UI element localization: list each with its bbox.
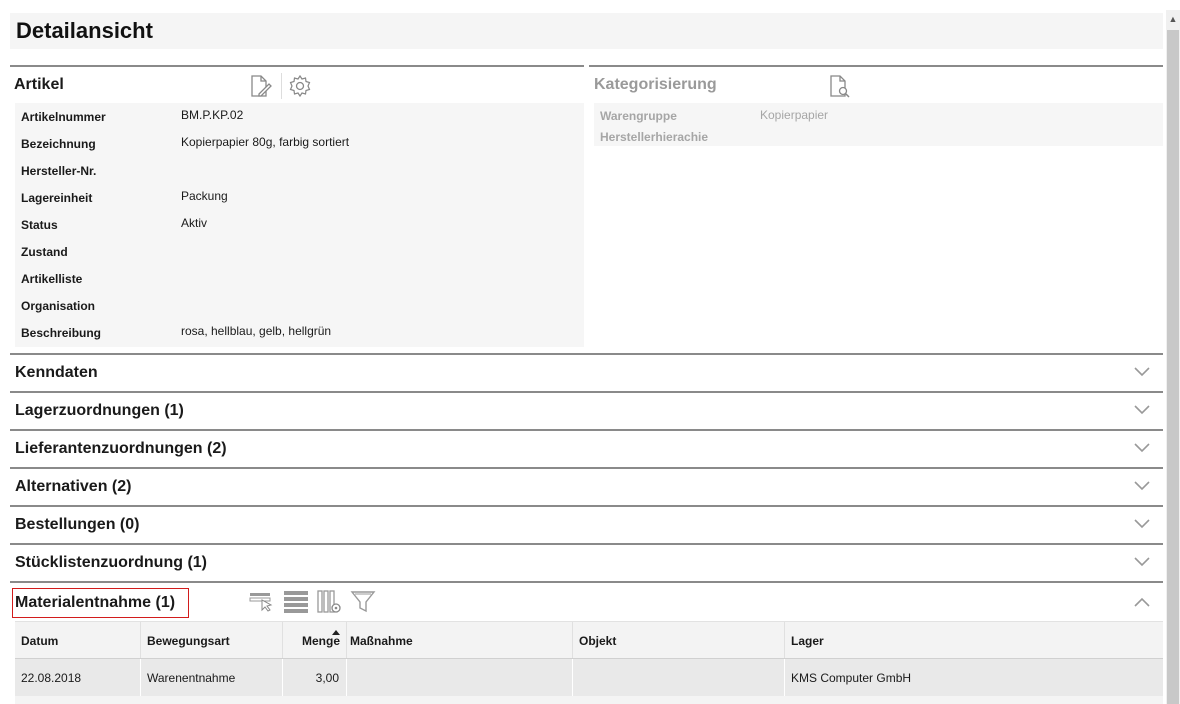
section-stuecklistenzuordnung[interactable]: Stücklistenzuordnung (1) bbox=[10, 543, 1163, 580]
cell-datum: 22.08.2018 bbox=[15, 659, 141, 696]
field-label: Lagereinheit bbox=[21, 191, 93, 205]
field-row: Beschreibung rosa, hellblau, gelb, hellgr… bbox=[15, 319, 584, 346]
column-header-bewegungsart[interactable]: Bewegungsart bbox=[141, 622, 283, 658]
field-label: Beschreibung bbox=[21, 326, 102, 340]
field-value: Kopierpapier bbox=[760, 108, 829, 122]
field-label: Zustand bbox=[21, 245, 68, 259]
field-row: Zustand bbox=[15, 238, 584, 265]
materialentnahme-title-highlight[interactable]: Materialentnahme (1) bbox=[12, 588, 189, 618]
chevron-down-icon[interactable] bbox=[1133, 516, 1151, 530]
field-row: Bezeichnung Kopierpapier 80g, farbig sort… bbox=[15, 130, 584, 157]
section-title: Lieferantenzuordnungen (2) bbox=[15, 440, 227, 457]
chevron-down-icon[interactable] bbox=[1133, 478, 1151, 492]
column-header-menge[interactable]: Menge bbox=[283, 622, 347, 658]
icon-divider bbox=[281, 73, 282, 99]
chevron-down-icon[interactable] bbox=[1133, 402, 1151, 416]
field-value: Kopierpapier 80g, farbig sortiert bbox=[181, 135, 350, 149]
field-value: Aktiv bbox=[181, 216, 208, 230]
sort-ascending-icon bbox=[332, 630, 340, 635]
field-label: Bezeichnung bbox=[21, 137, 96, 151]
field-label: Artikelnummer bbox=[21, 110, 106, 124]
artikel-title: Artikel bbox=[14, 76, 64, 93]
field-row: Herstellerhierachie bbox=[594, 124, 1163, 145]
gear-icon[interactable] bbox=[287, 73, 313, 99]
page-header: Detailansicht bbox=[10, 13, 1163, 49]
column-header-massnahme[interactable]: Maßnahme bbox=[347, 622, 573, 658]
field-value: BM.P.KP.02 bbox=[181, 108, 244, 122]
select-row-icon[interactable] bbox=[248, 588, 274, 614]
kategorisierung-panel-header: Kategorisierung bbox=[589, 65, 1163, 100]
scroll-up-arrow-icon[interactable]: ▲ bbox=[1166, 10, 1180, 28]
chevron-down-icon[interactable] bbox=[1133, 440, 1151, 454]
field-value: rosa, hellblau, gelb, hellgrün bbox=[181, 324, 332, 338]
vertical-scrollbar[interactable]: ▲ bbox=[1166, 10, 1180, 704]
cell-bewegungsart: Warenentnahme bbox=[141, 659, 283, 696]
rows-icon[interactable] bbox=[282, 588, 308, 614]
chevron-down-icon[interactable] bbox=[1133, 364, 1151, 378]
field-label: Artikelliste bbox=[21, 272, 83, 286]
section-title: Alternativen (2) bbox=[15, 478, 132, 495]
field-row: Artikelnummer BM.P.KP.02 bbox=[15, 103, 584, 130]
section-kenndaten[interactable]: Kenndaten bbox=[10, 353, 1163, 390]
edit-document-icon[interactable] bbox=[248, 73, 274, 99]
section-materialentnahme[interactable]: Materialentnahme (1) bbox=[10, 581, 1163, 621]
artikel-fields: Artikelnummer BM.P.KP.02 Bezeichnung Kopie… bbox=[15, 103, 584, 347]
table-row[interactable]: 22.08.2018 Warenentnahme 3,00 KMS Comput… bbox=[15, 659, 1163, 696]
field-label: Warengruppe bbox=[600, 109, 677, 123]
cell-massnahme bbox=[347, 659, 573, 696]
section-lieferantenzuordnungen[interactable]: Lieferantenzuordnungen (2) bbox=[10, 429, 1163, 466]
field-label: Herstellerhierachie bbox=[600, 130, 709, 144]
section-bestellungen[interactable]: Bestellungen (0) bbox=[10, 505, 1163, 542]
filter-icon[interactable] bbox=[350, 588, 376, 614]
cell-lager: KMS Computer GmbH bbox=[791, 671, 912, 685]
field-row: Status Aktiv bbox=[15, 211, 584, 238]
chevron-down-icon[interactable] bbox=[1133, 554, 1151, 568]
field-label: Status bbox=[21, 218, 58, 232]
column-header-objekt[interactable]: Objekt bbox=[573, 622, 785, 658]
field-row: Warengruppe Kopierpapier bbox=[594, 103, 1163, 124]
search-document-icon[interactable] bbox=[827, 73, 853, 99]
section-title: Stücklistenzuordnung (1) bbox=[15, 554, 207, 571]
section-lagerzuordnungen[interactable]: Lagerzuordnungen (1) bbox=[10, 391, 1163, 428]
page-title: Detailansicht bbox=[16, 18, 153, 43]
scrollbar-thumb[interactable] bbox=[1167, 30, 1179, 704]
kategorisierung-title: Kategorisierung bbox=[594, 76, 717, 93]
chevron-up-icon[interactable] bbox=[1133, 595, 1151, 609]
section-title: Lagerzuordnungen (1) bbox=[15, 402, 184, 419]
field-label: Organisation bbox=[21, 299, 96, 313]
section-title: Materialentnahme (1) bbox=[15, 594, 176, 611]
field-row: Hersteller-Nr. bbox=[15, 157, 584, 184]
materialentnahme-table-header: Datum Bewegungsart Menge Maßnahme Objekt… bbox=[15, 621, 1163, 659]
column-header-datum[interactable]: Datum bbox=[15, 622, 141, 658]
column-header-lager[interactable]: Lager bbox=[785, 622, 1163, 658]
kategorisierung-fields: Warengruppe Kopierpapier Herstellerhierac… bbox=[594, 103, 1163, 146]
section-title: Kenndaten bbox=[15, 364, 98, 381]
section-alternativen[interactable]: Alternativen (2) bbox=[10, 467, 1163, 504]
field-row: Lagereinheit Packung bbox=[15, 184, 584, 211]
artikel-panel-header: Artikel bbox=[10, 65, 584, 100]
section-title: Bestellungen (0) bbox=[15, 516, 140, 533]
cell-objekt bbox=[573, 659, 785, 696]
table-footer bbox=[15, 696, 1163, 704]
field-row: Organisation bbox=[15, 292, 584, 319]
field-label: Hersteller-Nr. bbox=[21, 164, 97, 178]
cell-menge: 3,00 bbox=[283, 659, 347, 696]
column-settings-icon[interactable] bbox=[316, 588, 342, 614]
field-value: Packung bbox=[181, 189, 228, 203]
field-row: Artikelliste bbox=[15, 265, 584, 292]
